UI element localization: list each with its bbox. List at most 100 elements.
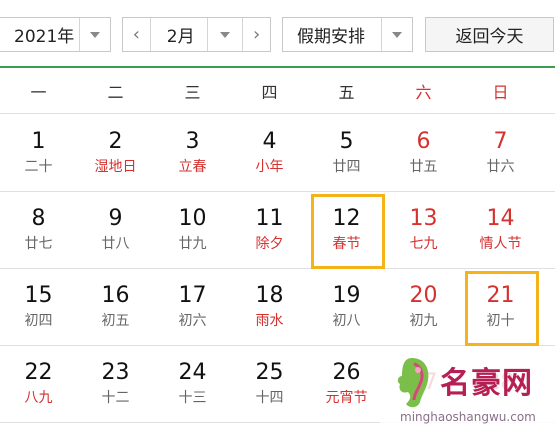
day-cell[interactable]: 16 初五 xyxy=(77,269,154,345)
day-cell[interactable]: 7 廿六 xyxy=(462,115,539,191)
calendar-toolbar: 2021年 ‹ 2月 › 假期安排 返回今天 xyxy=(0,0,555,66)
day-number: 1 xyxy=(31,129,46,154)
lunar-label: 初四 xyxy=(24,313,53,329)
watermark-text: 名豪网 xyxy=(440,366,533,401)
day-cell[interactable]: 20 初九 xyxy=(385,269,462,345)
day-cell[interactable]: 4 小年 xyxy=(231,115,308,191)
prev-month-icon[interactable]: ‹ xyxy=(123,18,151,51)
day-number: 22 xyxy=(24,360,53,385)
day-number: 8 xyxy=(31,206,46,231)
day-cell[interactable]: 3 立春 xyxy=(154,115,231,191)
lunar-label: 八九 xyxy=(24,390,53,406)
lunar-label: 立春 xyxy=(178,159,207,175)
day-number: 4 xyxy=(262,129,277,154)
day-cell[interactable]: 13 七九 xyxy=(385,192,462,268)
day-number: 7 xyxy=(493,129,508,154)
month-dropdown-icon[interactable] xyxy=(208,18,242,51)
lunar-label: 廿七 xyxy=(24,236,53,252)
weekday-thu: 四 xyxy=(261,82,278,102)
day-number: 13 xyxy=(409,206,438,231)
weekday-header: 一 二 三 四 五 六 日 xyxy=(0,68,555,114)
calendar-week: 1 二十 2 湿地日 3 立春 4 小年 5 廿四 6 廿五 7 廿六 xyxy=(0,115,555,192)
day-cell[interactable]: 26 元宵节 xyxy=(308,346,385,422)
day-number: 23 xyxy=(101,360,130,385)
watermark-logo: 名豪网 minghaoshangwu.com xyxy=(380,350,555,429)
day-cell[interactable]: 22 八九 xyxy=(0,346,77,422)
day-number: 6 xyxy=(416,129,431,154)
day-number: 20 xyxy=(409,283,438,308)
lunar-label: 初八 xyxy=(332,313,361,329)
day-cell[interactable]: 19 初八 xyxy=(308,269,385,345)
day-cell[interactable]: 9 廿八 xyxy=(77,192,154,268)
day-number: 11 xyxy=(255,206,284,231)
lunar-label: 廿九 xyxy=(178,236,207,252)
day-number: 25 xyxy=(255,360,284,385)
day-number: 24 xyxy=(178,360,207,385)
year-value: 2021年 xyxy=(0,18,80,51)
day-cell[interactable]: 18 雨水 xyxy=(231,269,308,345)
day-number: 3 xyxy=(185,129,200,154)
lunar-label: 二十 xyxy=(24,159,53,175)
lunar-label: 十二 xyxy=(101,390,130,406)
day-cell[interactable]: 23 十二 xyxy=(77,346,154,422)
day-cell-highlighted[interactable]: 12 春节 xyxy=(308,192,385,269)
day-cell[interactable]: 15 初四 xyxy=(0,269,77,345)
year-dropdown-icon[interactable] xyxy=(80,18,110,51)
calendar-week: 8 廿七 9 廿八 10 廿九 11 除夕 12 春节 13 七九 14 情人节 xyxy=(0,192,555,269)
day-cell[interactable]: 14 情人节 xyxy=(462,192,539,268)
lunar-label: 春节 xyxy=(332,236,361,252)
lunar-label: 廿五 xyxy=(409,159,438,175)
month-value[interactable]: 2月 xyxy=(151,18,209,51)
woman-profile-icon xyxy=(397,358,429,408)
holiday-select[interactable]: 假期安排 xyxy=(282,17,413,52)
holiday-value: 假期安排 xyxy=(283,18,383,51)
day-number: 12 xyxy=(332,206,361,231)
weekday-fri: 五 xyxy=(338,82,355,102)
weekday-wed: 三 xyxy=(184,82,201,102)
day-number: 5 xyxy=(339,129,354,154)
lunar-label: 元宵节 xyxy=(325,390,368,406)
day-cell[interactable]: 2 湿地日 xyxy=(77,115,154,191)
lunar-label: 初九 xyxy=(409,313,438,329)
day-number: 21 xyxy=(486,283,515,308)
day-number: 9 xyxy=(108,206,123,231)
lunar-label: 情人节 xyxy=(479,236,522,252)
day-cell[interactable]: 11 除夕 xyxy=(231,192,308,268)
month-selector: ‹ 2月 › xyxy=(122,17,271,52)
lunar-label: 湿地日 xyxy=(94,159,137,175)
day-number: 18 xyxy=(255,283,284,308)
lunar-label: 廿六 xyxy=(486,159,515,175)
day-cell[interactable]: 8 廿七 xyxy=(0,192,77,268)
day-cell[interactable]: 6 廿五 xyxy=(385,115,462,191)
day-cell[interactable]: 1 二十 xyxy=(0,115,77,191)
day-number: 16 xyxy=(101,283,130,308)
lunar-label: 雨水 xyxy=(255,313,284,329)
holiday-dropdown-icon[interactable] xyxy=(382,18,412,51)
return-today-button[interactable]: 返回今天 xyxy=(425,17,554,52)
lunar-label: 廿八 xyxy=(101,236,130,252)
day-number: 2 xyxy=(108,129,123,154)
lunar-label: 十三 xyxy=(178,390,207,406)
day-number: 19 xyxy=(332,283,361,308)
day-cell[interactable]: 17 初六 xyxy=(154,269,231,345)
weekday-sun: 日 xyxy=(492,82,509,102)
year-select[interactable]: 2021年 xyxy=(0,17,111,52)
day-number: 17 xyxy=(178,283,207,308)
day-cell[interactable]: 10 廿九 xyxy=(154,192,231,268)
lunar-label: 廿四 xyxy=(332,159,361,175)
day-cell[interactable]: 25 十四 xyxy=(231,346,308,422)
lunar-label: 除夕 xyxy=(255,236,284,252)
day-number: 26 xyxy=(332,360,361,385)
day-number: 10 xyxy=(178,206,207,231)
day-cell[interactable]: 24 十三 xyxy=(154,346,231,422)
weekday-mon: 一 xyxy=(30,82,47,102)
lunar-label: 初六 xyxy=(178,313,207,329)
lunar-label: 十四 xyxy=(255,390,284,406)
day-cell-today[interactable]: 21 初十 xyxy=(462,269,539,346)
next-month-icon[interactable]: › xyxy=(242,18,270,51)
lunar-label: 初十 xyxy=(486,313,515,329)
watermark-url: minghaoshangwu.com xyxy=(400,410,536,424)
day-cell[interactable]: 5 廿四 xyxy=(308,115,385,191)
day-number: 14 xyxy=(486,206,515,231)
lunar-label: 七九 xyxy=(409,236,438,252)
